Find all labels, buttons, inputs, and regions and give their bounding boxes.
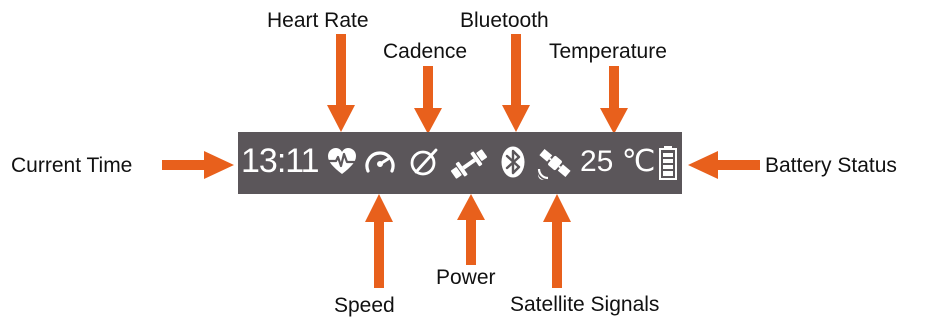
- satellite-icon: [537, 149, 571, 180]
- battery-icon: [659, 146, 677, 180]
- power-icon: [450, 149, 488, 179]
- arrow-satellite-signals: [543, 194, 571, 288]
- bluetooth-icon: [501, 146, 525, 178]
- cadence-icon: [410, 148, 438, 176]
- arrow-battery-status: [688, 151, 760, 179]
- arrow-power: [457, 194, 485, 265]
- current-time-readout: 13:11: [241, 142, 320, 180]
- temperature-readout: 25 ℃: [580, 145, 656, 178]
- arrow-bluetooth: [502, 34, 530, 132]
- speed-icon: [365, 151, 395, 173]
- arrow-current-time: [162, 151, 234, 179]
- arrow-speed: [365, 194, 393, 288]
- arrow-temperature: [600, 66, 628, 134]
- arrow-heart-rate: [327, 34, 355, 132]
- arrow-cadence: [414, 66, 442, 134]
- heart-rate-icon: [328, 148, 356, 174]
